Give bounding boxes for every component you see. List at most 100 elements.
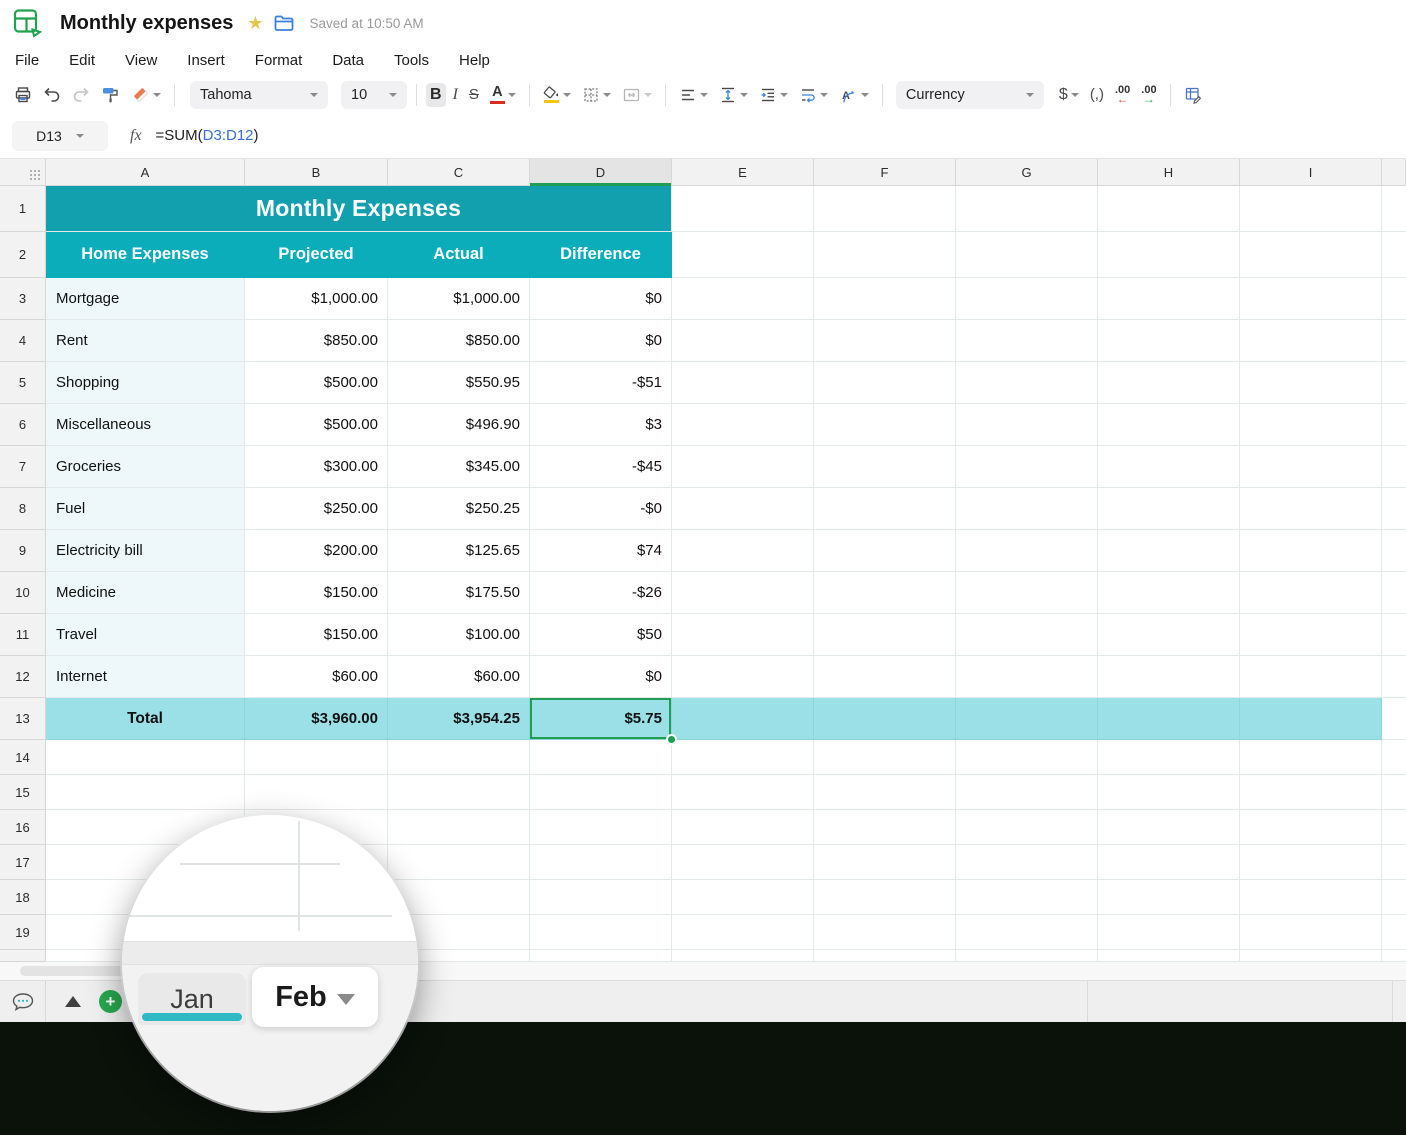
cell-D4[interactable]: $0: [530, 320, 672, 362]
sheet-tab-feb[interactable]: Feb: [252, 967, 378, 1027]
cell-I5[interactable]: [1240, 362, 1382, 404]
cell-C3[interactable]: $1,000.00: [388, 278, 530, 320]
cell-B13[interactable]: $3,960.00: [245, 698, 388, 740]
cell-B14[interactable]: [245, 740, 388, 775]
format-painter-icon[interactable]: [97, 82, 124, 107]
font-size-select[interactable]: 10: [341, 81, 407, 109]
selection-fill-handle[interactable]: [666, 734, 677, 745]
cell-B12[interactable]: $60.00: [245, 656, 388, 698]
cell-G9[interactable]: [956, 530, 1098, 572]
cell-D19[interactable]: [530, 915, 672, 950]
sheet-tab-jan[interactable]: Jan: [138, 973, 246, 1025]
favorite-star-icon[interactable]: ★: [247, 13, 263, 34]
wrap-text-button[interactable]: [795, 83, 832, 107]
menu-tools[interactable]: Tools: [394, 52, 429, 69]
document-title[interactable]: Monthly expenses: [60, 12, 233, 35]
italic-button[interactable]: I: [449, 83, 462, 107]
row-header-16[interactable]: 16: [0, 810, 46, 845]
cell-A6[interactable]: Miscellaneous: [46, 404, 245, 446]
cell-G3[interactable]: [956, 278, 1098, 320]
row-header-6[interactable]: 6: [0, 404, 46, 446]
cell-B9[interactable]: $200.00: [245, 530, 388, 572]
cell-D10[interactable]: -$26: [530, 572, 672, 614]
select-all-corner[interactable]: [0, 159, 46, 186]
cell-G12[interactable]: [956, 656, 1098, 698]
cell-F12[interactable]: [814, 656, 956, 698]
cell-B8[interactable]: $250.00: [245, 488, 388, 530]
formula-input[interactable]: =SUM(D3:D12): [156, 127, 259, 144]
cell-A12[interactable]: Internet: [46, 656, 245, 698]
borders-button[interactable]: [578, 83, 615, 107]
cell-G5[interactable]: [956, 362, 1098, 404]
cell-D13[interactable]: $5.75: [530, 698, 672, 740]
cell-G20[interactable]: [956, 950, 1098, 962]
row-header-2[interactable]: 2: [0, 232, 46, 278]
cell-D18[interactable]: [530, 880, 672, 915]
cell-I13[interactable]: [1240, 698, 1382, 740]
cell-A10[interactable]: Medicine: [46, 572, 245, 614]
cell-A2[interactable]: Home Expenses: [46, 232, 245, 278]
menu-edit[interactable]: Edit: [69, 52, 95, 69]
cell-B4[interactable]: $850.00: [245, 320, 388, 362]
column-header-H[interactable]: H: [1098, 159, 1240, 186]
cell-G4[interactable]: [956, 320, 1098, 362]
cell-I9[interactable]: [1240, 530, 1382, 572]
cell-G15[interactable]: [956, 775, 1098, 810]
cell-F16[interactable]: [814, 810, 956, 845]
expand-sheets-button[interactable]: [65, 996, 81, 1007]
row-header-12[interactable]: 12: [0, 656, 46, 698]
cell-C13[interactable]: $3,954.25: [388, 698, 530, 740]
cell-H19[interactable]: [1098, 915, 1240, 950]
folder-icon[interactable]: [274, 15, 294, 31]
print-button[interactable]: [10, 83, 36, 107]
column-header-B[interactable]: B: [245, 159, 388, 186]
cell-F7[interactable]: [814, 446, 956, 488]
cell-G1[interactable]: [956, 186, 1098, 232]
cell-G19[interactable]: [956, 915, 1098, 950]
cell-E1[interactable]: [672, 186, 814, 232]
cell-H20[interactable]: [1098, 950, 1240, 962]
row-header-17[interactable]: 17: [0, 845, 46, 880]
vertical-align-button[interactable]: [715, 83, 752, 107]
cell-H17[interactable]: [1098, 845, 1240, 880]
cell-I16[interactable]: [1240, 810, 1382, 845]
row-header-19[interactable]: 19: [0, 915, 46, 950]
row-header-10[interactable]: 10: [0, 572, 46, 614]
cell-D5[interactable]: -$51: [530, 362, 672, 404]
cell-C12[interactable]: $60.00: [388, 656, 530, 698]
cell-H3[interactable]: [1098, 278, 1240, 320]
column-header-A[interactable]: A: [46, 159, 245, 186]
cell-I11[interactable]: [1240, 614, 1382, 656]
column-header-D[interactable]: D: [530, 159, 672, 186]
decrease-decimal-button[interactable]: .00←: [1111, 82, 1134, 108]
cell-F3[interactable]: [814, 278, 956, 320]
cell-D12[interactable]: $0: [530, 656, 672, 698]
cell-F10[interactable]: [814, 572, 956, 614]
cell-E18[interactable]: [672, 880, 814, 915]
cell-A14[interactable]: [46, 740, 245, 775]
cell-D14[interactable]: [530, 740, 672, 775]
cell-C16[interactable]: [388, 810, 530, 845]
row-header-9[interactable]: 9: [0, 530, 46, 572]
undo-button[interactable]: [39, 83, 65, 107]
cell-A11[interactable]: Travel: [46, 614, 245, 656]
cell-F6[interactable]: [814, 404, 956, 446]
cell-D2[interactable]: Difference: [530, 232, 672, 278]
cell-I10[interactable]: [1240, 572, 1382, 614]
cell-C2[interactable]: Actual: [388, 232, 530, 278]
cell-I2[interactable]: [1240, 232, 1382, 278]
increase-decimal-button[interactable]: .00→: [1137, 82, 1160, 108]
cell-D11[interactable]: $50: [530, 614, 672, 656]
cell-G18[interactable]: [956, 880, 1098, 915]
cell-E2[interactable]: [672, 232, 814, 278]
cell-D8[interactable]: -$0: [530, 488, 672, 530]
cell-D17[interactable]: [530, 845, 672, 880]
cell-B2[interactable]: Projected: [245, 232, 388, 278]
comments-button[interactable]: [0, 981, 46, 1022]
menu-file[interactable]: File: [15, 52, 39, 69]
cell-H15[interactable]: [1098, 775, 1240, 810]
cell-G8[interactable]: [956, 488, 1098, 530]
column-header-E[interactable]: E: [672, 159, 814, 186]
cell-G10[interactable]: [956, 572, 1098, 614]
text-rotate-button[interactable]: A: [835, 83, 873, 107]
